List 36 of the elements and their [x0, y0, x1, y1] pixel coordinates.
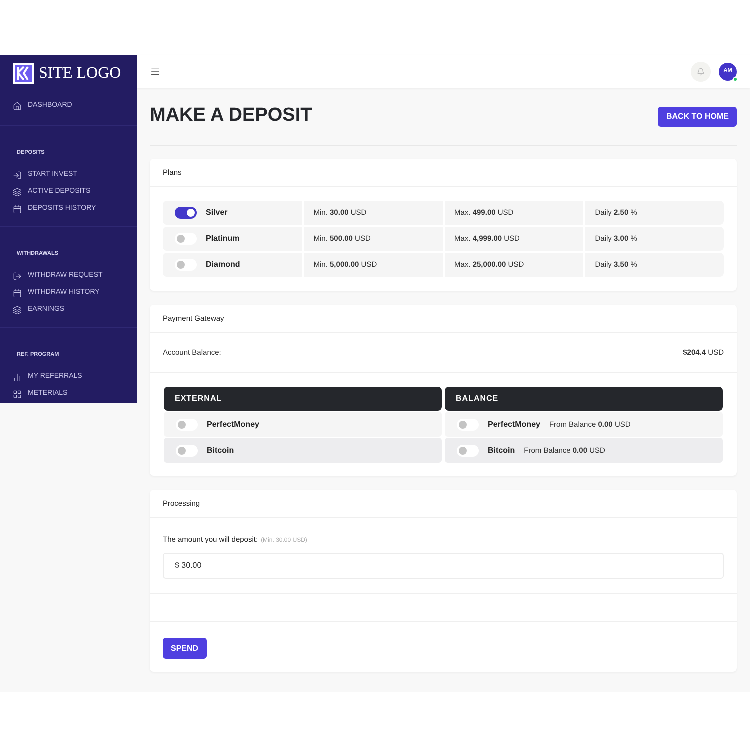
login-icon — [13, 170, 22, 180]
logo-text: SITE LOGO — [39, 64, 122, 84]
amount-field[interactable]: $ 30.00 — [163, 552, 724, 578]
logo-icon — [13, 63, 34, 84]
column-header: EXTERNAL — [164, 387, 442, 411]
toggle-switch[interactable] — [457, 444, 479, 456]
toggle-switch[interactable] — [175, 259, 197, 271]
gateway-option[interactable]: Bitcoin — [164, 438, 442, 463]
layers-icon — [13, 188, 22, 197]
toggle-switch[interactable] — [176, 444, 198, 456]
bell-icon — [697, 68, 705, 76]
gateway-name: Bitcoin — [207, 444, 234, 456]
gateway-name: PerfectMoney — [207, 418, 260, 430]
gateway-name: Bitcoin — [488, 444, 516, 456]
spend-button[interactable]: SPEND — [163, 638, 207, 659]
grid-icon — [13, 390, 22, 399]
plan-name: Platinum — [206, 233, 240, 245]
home-icon — [13, 102, 22, 112]
menu-icon[interactable] — [150, 66, 161, 77]
layers-icon — [13, 306, 22, 316]
toggle-switch[interactable] — [176, 418, 198, 430]
toggle-switch[interactable] — [175, 207, 197, 219]
plan-name: Silver — [206, 207, 228, 219]
calendar-icon — [13, 205, 22, 214]
toggle-switch[interactable] — [175, 233, 197, 245]
logout-icon — [13, 272, 22, 281]
gateway-option[interactable]: PerfectMoney — [164, 412, 442, 437]
gateway-name: PerfectMoney — [488, 418, 540, 430]
notification-button[interactable] — [691, 62, 711, 82]
back-button[interactable]: BACK TO HOME — [658, 106, 737, 126]
toggle-switch[interactable] — [457, 418, 479, 430]
calendar-icon — [13, 288, 22, 298]
page-title: MAKE A DEPOSIT — [150, 104, 312, 128]
column-header: BALANCE — [445, 387, 723, 411]
bar-chart-icon — [13, 372, 22, 382]
plan-name: Diamond — [206, 259, 240, 271]
